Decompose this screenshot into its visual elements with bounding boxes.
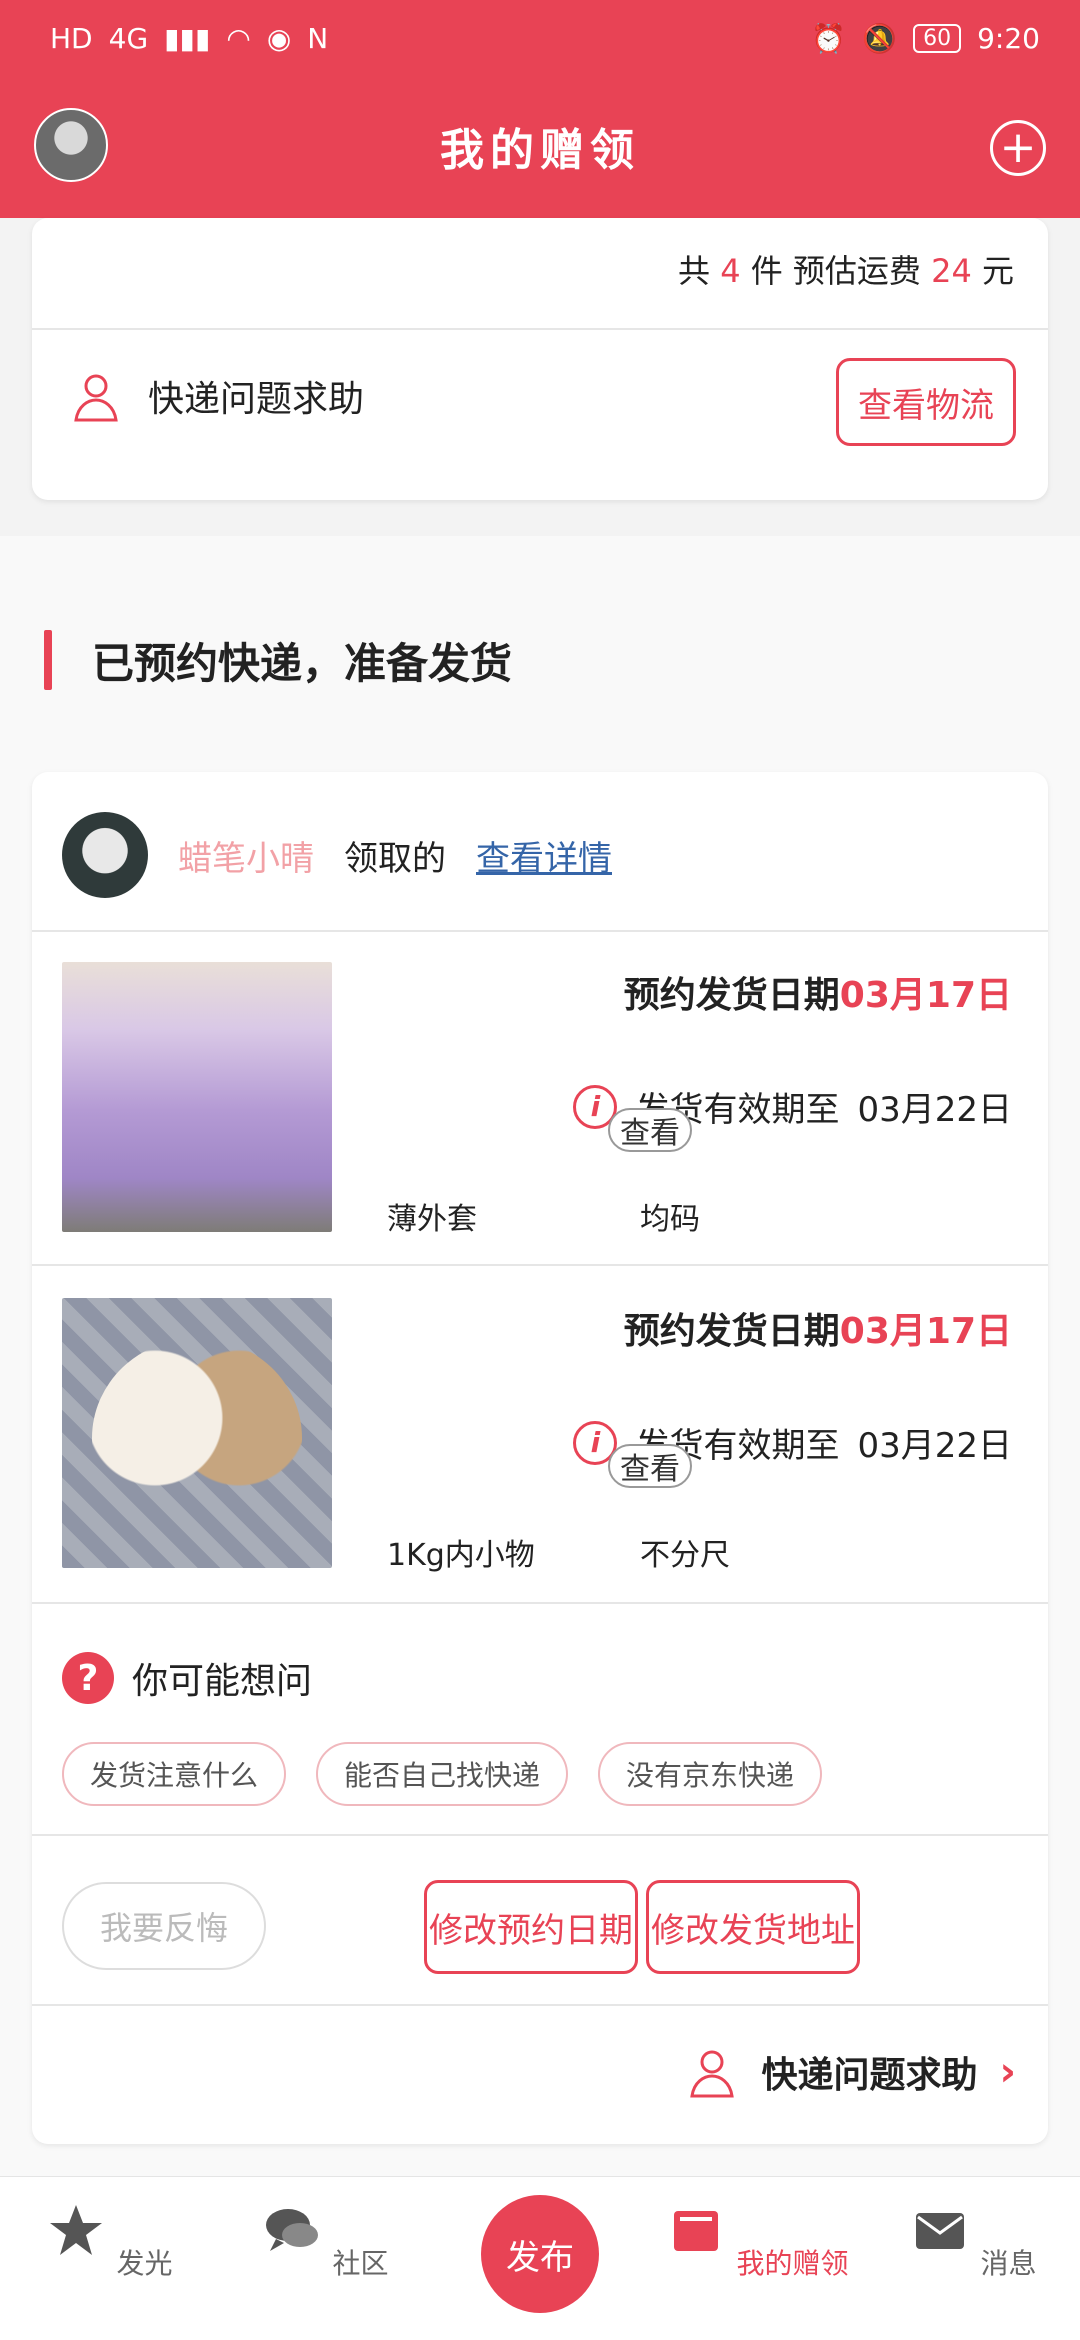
person-icon [689,2050,734,2098]
order-item: 预约发货日期03月17日 i 发货有效期至 03月22日 1Kg内小物 不分尺 查… [32,1268,1048,1604]
valid-until-value: 03月22日 [857,1426,1012,1466]
previous-order-card: 共 4 件 预估运费 24 元 快递问题求助 查看物流 [32,218,1048,500]
item-image[interactable] [62,1298,332,1568]
order-summary: 共 4 件 预估运费 24 元 [678,246,1014,292]
item-count: 4 [720,252,741,290]
summary-middle: 件 预估运费 [750,252,921,290]
section-title-text: 已预约快递，准备发货 [92,638,513,688]
summary-prefix: 共 [678,252,711,290]
faq-header: ? 你可能想问 [62,1652,312,1704]
wifi-icon: ◠ [226,21,251,55]
summary-suffix: 元 [981,252,1014,290]
nav-item-my-gifts[interactable]: 我的赠领 [656,2199,856,2282]
hd-icon: HD [50,21,93,55]
faq-chip[interactable]: 没有京东快递 [598,1742,823,1806]
divider [32,1602,1048,1604]
view-item-button[interactable]: 查看 [608,1444,692,1488]
express-help-label: 快递问题求助 [148,379,365,420]
order-card: 蜡笔小晴 领取的 查看详情 预约发货日期03月17日 i 发货有效期至 03月22… [32,772,1048,2144]
scheduled-date: 预约发货日期03月17日 [624,1302,1012,1354]
question-icon: ? [62,1652,114,1704]
order-item: 预约发货日期03月17日 i 发货有效期至 03月22日 薄外套 均码 查看 [32,932,1048,1268]
header: 我的赠领 [0,104,1080,188]
page-title: 我的赠领 [440,125,640,176]
chevron-right-icon: › [999,2049,1016,2095]
nav-label: 我的赠领 [736,2247,849,2280]
signal-icon: ▮▮▮ [164,21,211,55]
person-icon [74,374,118,422]
chat-icon [265,2209,318,2251]
valid-until-value: 03月22日 [857,1090,1012,1130]
status-bar: HD 4G ▮▮▮ ◠ ◉ N ⏰ 🔕 60 9:20 [50,18,1040,58]
scheduled-date-value: 03月17日 [839,1311,1012,1352]
faq-title: 你可能想问 [132,1661,313,1702]
top-bar: HD 4G ▮▮▮ ◠ ◉ N ⏰ 🔕 60 9:20 我的赠领 + [0,0,1080,218]
item-size: 不分尺 [640,1538,730,1573]
change-address-button[interactable]: 修改发货地址 [646,1880,860,1974]
scheduled-date-label: 预约发货日期 [623,975,840,1016]
item-name: 薄外套 [387,1202,477,1237]
faq-chips: 发货注意什么 能否自己找快递 没有京东快递 [62,1742,823,1806]
item-name: 1Kg内小物 [387,1538,535,1573]
item-size: 均码 [640,1202,700,1237]
bottom-nav: 发光 社区 发布 我的赠领 消息 [0,2176,1080,2340]
scheduled-date: 预约发货日期03月17日 [624,966,1012,1018]
claimed-label: 领取的 [344,838,446,879]
eye-icon: ◉ [266,21,292,55]
view-details-link[interactable]: 查看详情 [476,831,612,880]
network-indicator: 4G [108,21,149,55]
publish-button[interactable]: 发布 [481,2195,599,2313]
faq-chip[interactable]: 能否自己找快递 [316,1742,569,1806]
book-icon [673,2211,718,2251]
scheduled-date-value: 03月17日 [839,975,1012,1016]
faq-chip[interactable]: 发货注意什么 [62,1742,287,1806]
add-icon[interactable]: + [990,120,1046,176]
alarm-icon: ⏰ [811,21,847,55]
divider [32,1834,1048,1836]
nav-item-community[interactable]: 社区 [224,2199,424,2282]
withdraw-button[interactable]: 我要反悔 [62,1882,266,1970]
nav-label: 消息 [980,2247,1037,2280]
divider [32,1264,1048,1266]
section-title: 已预约快递，准备发货 [44,630,512,690]
express-help-row[interactable]: 快递问题求助 [68,368,364,424]
battery-indicator: 60 [913,23,962,53]
view-logistics-button[interactable]: 查看物流 [836,358,1016,446]
nfc-icon: N [307,21,329,55]
divider [32,2004,1048,2006]
divider [32,328,1048,330]
express-help-label: 快递问题求助 [761,2055,978,2096]
shipping-fee: 24 [931,252,972,290]
nav-label: 发光 [116,2247,173,2280]
scheduled-date-label: 预约发货日期 [623,1311,840,1352]
nav-label: 社区 [332,2247,389,2280]
claimer-nickname[interactable]: 蜡笔小晴 [178,831,314,880]
clock: 9:20 [977,21,1040,55]
claimer-row: 蜡笔小晴 领取的 查看详情 [62,812,612,898]
change-date-button[interactable]: 修改预约日期 [424,1880,638,1974]
nav-item-shine[interactable]: 发光 [8,2199,208,2282]
item-image[interactable] [62,962,332,1232]
nav-item-messages[interactable]: 消息 [872,2199,1072,2282]
claimer-avatar[interactable] [62,812,148,898]
view-item-button[interactable]: 查看 [608,1108,692,1152]
mail-icon [915,2213,964,2249]
section-accent-bar [44,630,52,690]
mute-icon: 🔕 [862,21,898,55]
express-help-link[interactable]: 快递问题求助 › [684,2044,1016,2100]
star-icon [49,2205,102,2255]
